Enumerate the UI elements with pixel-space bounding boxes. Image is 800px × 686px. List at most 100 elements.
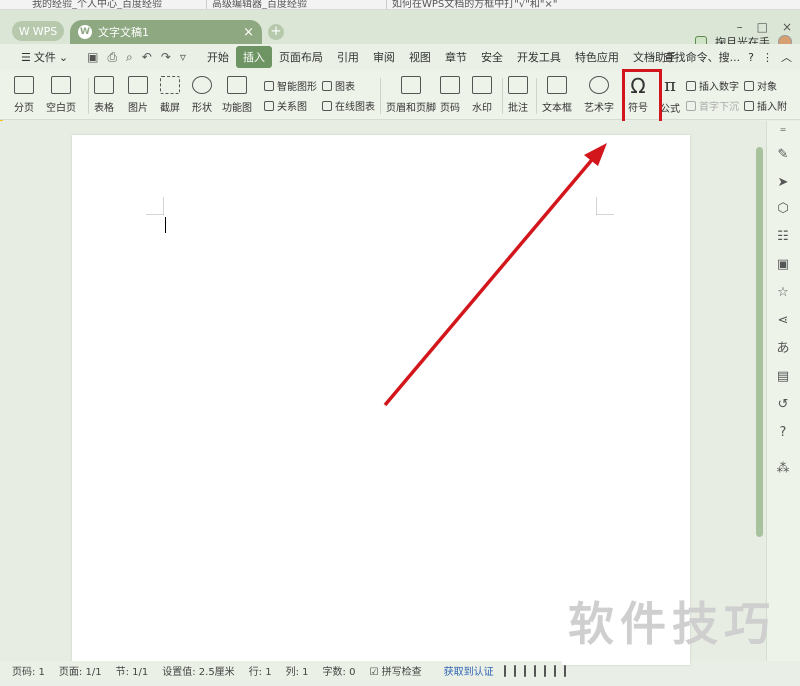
page-break-icon	[14, 76, 34, 94]
browser-tab-1[interactable]: 我的经验_个人中心_百度经验	[32, 0, 162, 9]
more-icon[interactable]: ⋮	[762, 51, 773, 64]
document-icon: W	[78, 25, 92, 39]
star-icon[interactable]: ☆	[775, 285, 791, 301]
header-footer-button[interactable]: 页眉和页脚	[386, 76, 436, 114]
translate-icon[interactable]: あ	[775, 341, 791, 357]
certify-link[interactable]: 获取到认证	[444, 663, 494, 678]
table-icon	[94, 76, 114, 94]
web-view-icon[interactable]	[553, 664, 556, 677]
comment-button[interactable]: 批注	[508, 76, 528, 114]
blank-page-button[interactable]: 空白页	[46, 76, 76, 114]
file-menu[interactable]: ☰ 文件 ⌄	[14, 46, 75, 68]
screenshot-button[interactable]: 截屏	[160, 76, 180, 114]
eye-protect-icon[interactable]	[563, 664, 566, 677]
word-art-button[interactable]: 艺术字	[584, 76, 614, 114]
command-search[interactable]: 查找命令、搜...	[664, 49, 741, 65]
watermark-button[interactable]: 水印	[472, 76, 492, 114]
shapes-button[interactable]: 形状	[192, 76, 212, 114]
history-icon[interactable]: ↺	[775, 397, 791, 413]
picture-panel-icon[interactable]: ▤	[775, 369, 791, 385]
tab-special[interactable]: 特色应用	[568, 46, 626, 68]
insert-attachment-button[interactable]: 插入附	[744, 98, 787, 113]
insert-number-button[interactable]: 插入数字	[686, 78, 739, 93]
tab-security[interactable]: 安全	[474, 46, 510, 68]
focus-mode-icon[interactable]	[503, 664, 506, 677]
insert-number-icon	[686, 80, 696, 91]
page-number-button[interactable]: 页码	[440, 76, 460, 114]
tab-home[interactable]: 开始	[200, 46, 236, 68]
document-page[interactable]	[72, 135, 690, 665]
spell-check-button[interactable]: ☑ 拼写检查	[369, 663, 435, 678]
browser-tab-2[interactable]: 高级编辑器_百度经验	[212, 0, 307, 9]
write-mode-icon[interactable]	[523, 664, 526, 677]
maximize-icon[interactable]: □	[757, 20, 768, 34]
tab-references[interactable]: 引用	[330, 46, 366, 68]
print-preview-icon[interactable]: ⌕	[126, 50, 133, 65]
insert-attachment-label: 插入附	[757, 102, 787, 113]
document-tab-title: 文字文稿1	[98, 26, 149, 39]
page-view-icon[interactable]	[533, 664, 536, 677]
scissors-icon	[160, 76, 180, 94]
outline-view-icon[interactable]	[543, 664, 546, 677]
divider	[536, 78, 537, 114]
screenshot-label: 截屏	[160, 103, 180, 114]
pane-toggle-icon[interactable]: ⁼	[775, 125, 791, 141]
browser-tab-3[interactable]: 如何在WPS文档的方框中打"√"和"×"	[392, 0, 557, 9]
picture-label: 图片	[128, 103, 148, 114]
tab-review[interactable]: 审阅	[366, 46, 402, 68]
table-button[interactable]: 表格	[94, 76, 114, 114]
new-tab-button[interactable]: +	[268, 24, 284, 40]
tab-insert[interactable]: 插入	[235, 46, 272, 68]
pen-icon[interactable]: ✎	[775, 147, 791, 163]
drop-cap-button[interactable]: 首字下沉	[686, 98, 739, 113]
tab-page-layout[interactable]: 页面布局	[272, 46, 330, 68]
word-art-label: 艺术字	[584, 103, 614, 114]
tab-view[interactable]: 视图	[402, 46, 438, 68]
image-panel-icon[interactable]: ▣	[775, 257, 791, 273]
comment-icon	[508, 76, 528, 94]
close-tab-icon[interactable]: ×	[243, 25, 254, 40]
blank-page-icon	[51, 76, 71, 94]
print-icon[interactable]: ⎙	[107, 50, 117, 65]
collapse-ribbon-icon[interactable]: ︿	[781, 49, 792, 65]
online-chart-button[interactable]: 在线图表	[322, 98, 375, 113]
read-mode-icon[interactable]	[513, 664, 516, 677]
divider	[88, 78, 89, 114]
chart-label: 图表	[335, 82, 355, 93]
scrollbar-thumb[interactable]	[756, 147, 763, 537]
table-label: 表格	[94, 103, 114, 114]
adjust-icon[interactable]: ☷	[775, 229, 791, 245]
object-button[interactable]: 对象	[744, 78, 777, 93]
customize-icon[interactable]: ▿	[180, 50, 186, 65]
relation-chart-button[interactable]: 关系图	[264, 98, 307, 113]
share-icon[interactable]: ⋖	[775, 313, 791, 329]
cursor-select-icon[interactable]: ➤	[775, 175, 791, 191]
status-pages: 页面: 1/1	[58, 667, 102, 678]
wps-home-tab[interactable]: W WPS	[12, 21, 64, 41]
shapes-panel-icon[interactable]: ⬡	[775, 201, 791, 217]
vertical-scrollbar[interactable]	[752, 121, 766, 661]
picture-button[interactable]: 图片	[128, 76, 148, 114]
page-break-button[interactable]: 分页	[14, 76, 34, 114]
chart-button[interactable]: 图表	[322, 78, 355, 93]
status-word-count[interactable]: 字数: 0	[323, 663, 356, 678]
undo-icon[interactable]: ↶	[142, 50, 152, 65]
redo-icon[interactable]: ↷	[161, 50, 171, 65]
smart-art-label: 智能图形	[277, 82, 317, 93]
help-icon[interactable]: ?	[748, 51, 754, 64]
window-controls: – □ ×	[737, 20, 792, 34]
tab-developer[interactable]: 开发工具	[510, 46, 568, 68]
close-window-icon[interactable]: ×	[782, 20, 792, 34]
document-tab[interactable]: W 文字文稿1 ×	[70, 20, 262, 44]
formula-button[interactable]: π 公式	[660, 76, 680, 116]
smart-art-button[interactable]: 智能图形	[264, 78, 317, 93]
tab-chapter[interactable]: 章节	[438, 46, 474, 68]
save-icon[interactable]: ▣	[87, 50, 98, 65]
text-box-button[interactable]: 文本框	[542, 76, 572, 114]
wps-tab-bar: W WPS W 文字文稿1 × + – □ × 掬月光在手	[0, 10, 800, 49]
tab-separator	[386, 0, 387, 9]
function-chart-button[interactable]: 功能图	[222, 76, 252, 114]
help-circle-icon[interactable]: ?	[775, 425, 791, 441]
minimize-icon[interactable]: –	[737, 20, 743, 34]
grid-apps-icon[interactable]: ⁂	[775, 461, 791, 477]
